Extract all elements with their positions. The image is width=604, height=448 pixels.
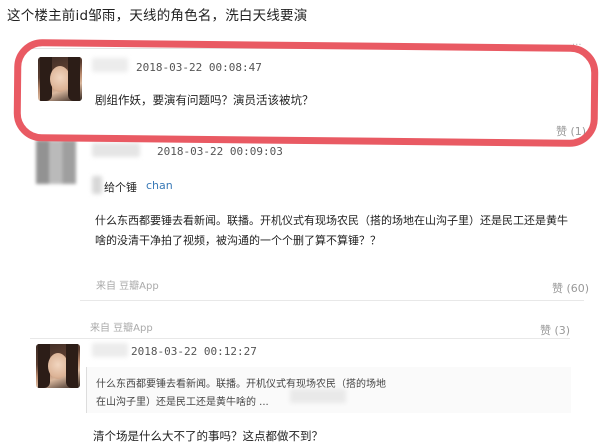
username-blurred[interactable] xyxy=(92,143,140,157)
quoted-text-line1: 什么东西都要锤去看新闻。联播。开机仪式有现场农民（搭的场地 xyxy=(96,379,386,390)
divider xyxy=(30,338,570,339)
comment-text-line2: 啥的没清干净拍了视频，被沟通的一个个删了算不算锤？？ xyxy=(95,234,381,247)
like-button[interactable]: 赞 (60) xyxy=(552,280,589,296)
quoted-username-blurred[interactable] xyxy=(290,389,346,403)
reply-user-avatar[interactable] xyxy=(92,176,102,194)
avatar-blurred[interactable] xyxy=(36,140,76,184)
reply-to-user[interactable]: chan xyxy=(146,179,173,192)
source-label: 来自 豆瓣App xyxy=(96,281,159,292)
username-blurred[interactable] xyxy=(92,343,128,357)
reply-to-label: 给个锤 xyxy=(104,181,137,194)
divider xyxy=(80,300,584,301)
source-label: 来自 豆瓣App xyxy=(90,323,153,334)
quoted-text-line2: 在山沟子里）还是民工还是黄牛啥的 ... xyxy=(96,397,269,408)
like-button[interactable]: 赞 (3) xyxy=(540,322,570,338)
comment-text-line1: 什么东西都要锤去看新闻。联播。开机仪式有现场农民（搭的场地在山沟子里）还是民工还… xyxy=(95,214,568,227)
post-caption: 这个楼主前id邹雨，天线的角色名，洗白天线要演 xyxy=(7,8,308,24)
highlight-annotation xyxy=(13,38,599,148)
comment-text: 清个场是什么大不了的事吗？这点都做不到？ xyxy=(93,429,323,443)
comment-time: 2018-03-22 00:12:27 xyxy=(131,345,257,358)
comment-time: 2018-03-22 00:09:03 xyxy=(157,145,283,158)
avatar[interactable] xyxy=(36,344,80,388)
